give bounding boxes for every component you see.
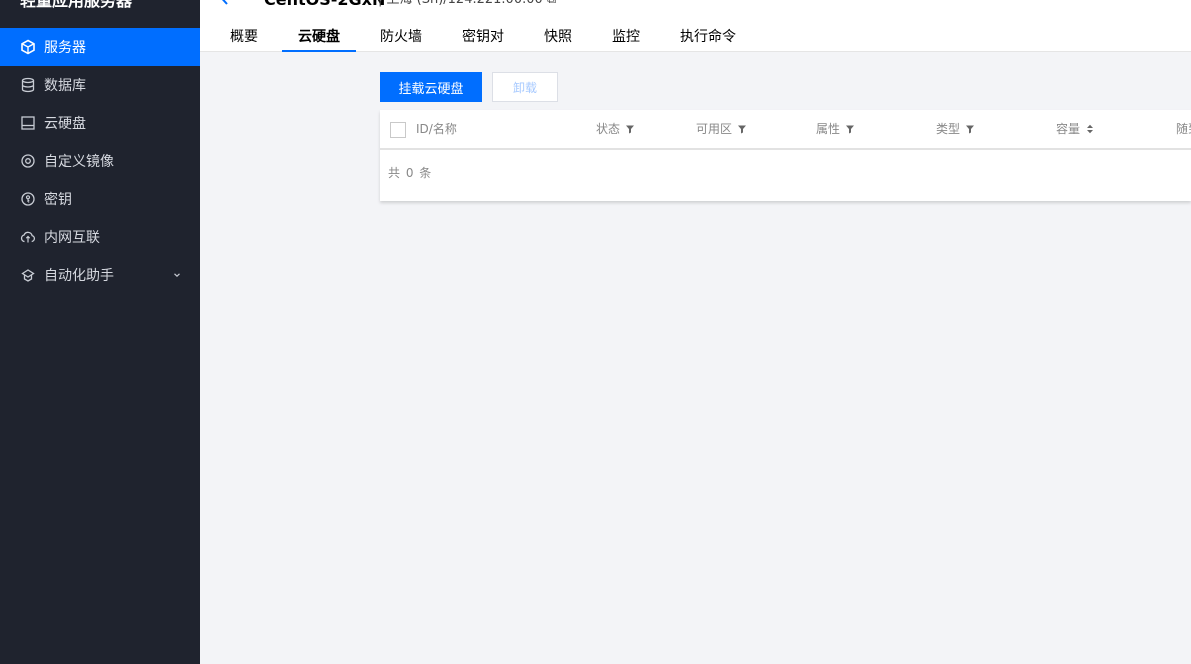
filter-icon[interactable] xyxy=(737,124,747,134)
assistant-icon xyxy=(20,267,36,283)
sidebar-item-label: 云硬盘 xyxy=(44,116,86,132)
tab-snapshots[interactable]: 快照 xyxy=(528,22,588,52)
tab-firewall[interactable]: 防火墙 xyxy=(364,22,438,52)
sidebar-item-cloud-disk[interactable]: 云硬盘 xyxy=(0,104,200,142)
sidebar-item-label: 服务器 xyxy=(44,40,86,56)
column-type[interactable]: 类型 xyxy=(936,110,975,148)
unmount-button: 卸载 xyxy=(492,72,558,102)
page-header: CentOS-2GxN | 上海 (Sh)/124.221.00.00 ⧉ 概要… xyxy=(200,0,1191,52)
tab-bar: 概要 云硬盘 防火墙 密钥对 快照 监控 执行命令 xyxy=(214,22,752,52)
instance-title: CentOS-2GxN xyxy=(264,0,385,10)
column-zone[interactable]: 可用区 xyxy=(696,110,747,148)
column-label: 随到期 xyxy=(1176,122,1191,136)
disk-table: ID/名称 状态 可用区 属性 类型 容量 随 共 0 条 xyxy=(380,110,1191,201)
disk-icon xyxy=(20,115,36,131)
column-id-name: ID/名称 xyxy=(416,110,457,148)
sidebar-item-label: 自定义镜像 xyxy=(44,154,114,170)
sidebar-item-label: 自动化助手 xyxy=(44,268,114,284)
sidebar-title: 轻量应用服务器 xyxy=(20,0,133,10)
sidebar-item-label: 密钥 xyxy=(44,192,72,208)
tab-key-pairs[interactable]: 密钥对 xyxy=(446,22,520,52)
cube-icon xyxy=(20,39,36,55)
tab-monitoring[interactable]: 监控 xyxy=(596,22,656,52)
tab-overview[interactable]: 概要 xyxy=(214,22,274,52)
filter-icon[interactable] xyxy=(625,124,635,134)
sidebar-item-keys[interactable]: 密钥 xyxy=(0,180,200,218)
column-expiry: 随到期 xyxy=(1176,110,1191,148)
sidebar-item-intranet[interactable]: 内网互联 xyxy=(0,218,200,256)
column-label: 容量 xyxy=(1056,122,1081,136)
column-label: 属性 xyxy=(816,122,841,136)
sidebar-item-custom-image[interactable]: 自定义镜像 xyxy=(0,142,200,180)
mount-disk-button[interactable]: 挂载云硬盘 xyxy=(380,72,482,102)
filter-icon[interactable] xyxy=(965,124,975,134)
sort-icon[interactable] xyxy=(1085,124,1095,134)
select-all-checkbox[interactable] xyxy=(390,122,406,138)
database-icon xyxy=(20,77,36,93)
app-root: 轻量应用服务器 服务器 数据库 云硬盘 自定义镜像 密钥 内网互联 自动化助手 … xyxy=(0,0,1191,664)
instance-subtitle: | 上海 (Sh)/124.221.00.00 ⧉ xyxy=(378,0,556,9)
sidebar-item-servers[interactable]: 服务器 xyxy=(0,28,200,66)
column-label: 类型 xyxy=(936,122,961,136)
disk-toolbar: 挂载云硬盘 卸载 xyxy=(380,72,558,102)
table-header: ID/名称 状态 可用区 属性 类型 容量 随 xyxy=(380,110,1191,150)
column-label: ID/名称 xyxy=(416,122,457,136)
sidebar: 轻量应用服务器 服务器 数据库 云硬盘 自定义镜像 密钥 内网互联 自动化助手 xyxy=(0,0,200,664)
column-attribute[interactable]: 属性 xyxy=(816,110,855,148)
back-arrow-icon[interactable] xyxy=(218,0,232,6)
sidebar-item-database[interactable]: 数据库 xyxy=(0,66,200,104)
filter-icon[interactable] xyxy=(845,124,855,134)
disc-icon xyxy=(20,153,36,169)
column-label: 状态 xyxy=(596,122,621,136)
chevron-down-icon[interactable] xyxy=(172,268,182,278)
sidebar-item-label: 数据库 xyxy=(44,78,86,94)
network-icon xyxy=(20,229,36,245)
table-total-count: 共 0 条 xyxy=(388,166,433,180)
tab-run-command[interactable]: 执行命令 xyxy=(664,22,752,52)
sidebar-item-automation[interactable]: 自动化助手 xyxy=(0,256,200,294)
column-label: 可用区 xyxy=(696,122,733,136)
tab-cloud-disk[interactable]: 云硬盘 xyxy=(282,22,356,52)
column-status[interactable]: 状态 xyxy=(596,110,635,148)
sidebar-item-label: 内网互联 xyxy=(44,230,100,246)
column-capacity[interactable]: 容量 xyxy=(1056,110,1095,148)
key-icon xyxy=(20,191,36,207)
